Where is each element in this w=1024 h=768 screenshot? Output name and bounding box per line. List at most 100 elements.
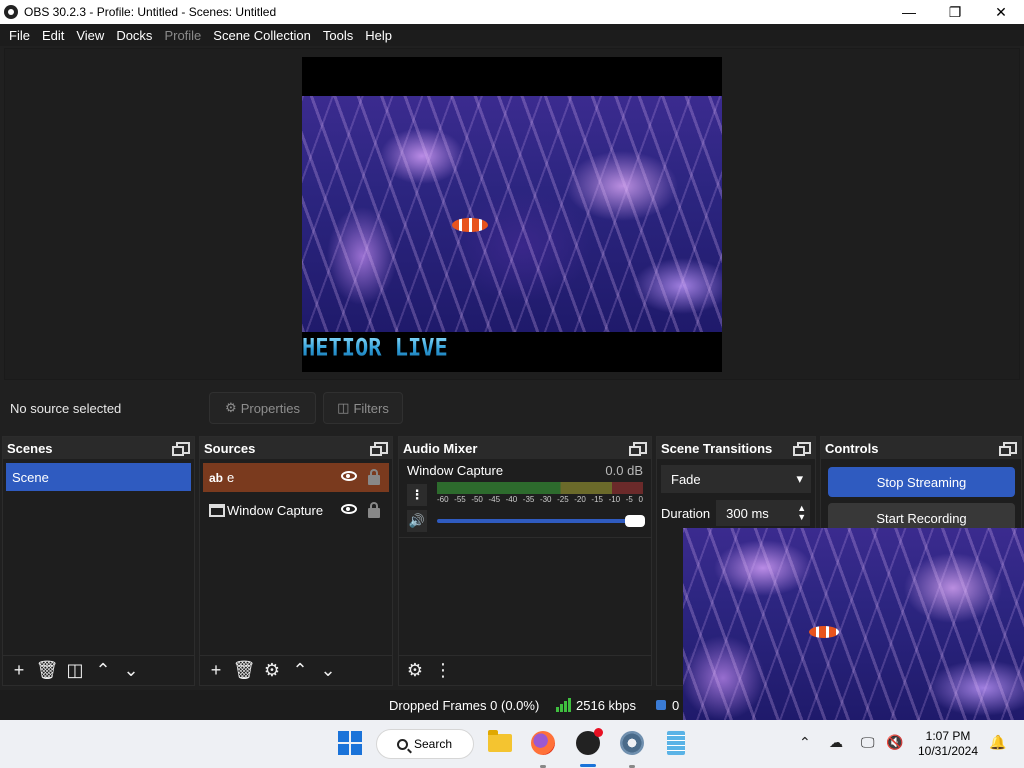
network-monitor-icon[interactable]: 🖵 (861, 734, 875, 751)
bitrate-indicator: 2516 kbps (556, 698, 636, 713)
properties-button[interactable]: ⚙ Properties (209, 392, 316, 424)
scenes-dock-title: Scenes (3, 437, 194, 459)
filters-button[interactable]: ◫ Filters (323, 392, 403, 424)
add-source-button[interactable]: + (202, 657, 230, 685)
transitions-dock-title: Scene Transitions (657, 437, 815, 459)
source-item-window-capture[interactable]: Window Capture (203, 496, 389, 525)
scenes-dock: Scenes Scene + 🗑 ◫ ⌃ ⌄ (2, 436, 195, 686)
recording-status: 0 (656, 698, 679, 713)
notepad-icon[interactable] (663, 730, 689, 756)
mixer-dock-title: Audio Mixer (399, 437, 651, 459)
maximize-button[interactable]: ❐ (932, 0, 978, 24)
taskbar: Search ⌃ ☁ 🖵 🔇 1:07 PM 10/31/2024 🔔 (0, 720, 1024, 768)
context-bar: No source selected (4, 386, 1020, 430)
onedrive-cloud-icon[interactable]: ☁ (829, 734, 843, 751)
menu-file[interactable]: File (3, 28, 36, 43)
mixer-title: Audio Mixer (403, 440, 478, 456)
system-clock[interactable]: 1:07 PM 10/31/2024 (916, 729, 980, 759)
close-button[interactable]: ✕ (978, 0, 1024, 24)
menu-profile[interactable]: Profile (158, 28, 207, 43)
volume-slider-handle[interactable] (625, 515, 645, 527)
menu-bar: File Edit View Docks Profile Scene Colle… (0, 24, 1024, 46)
scale-tick: -20 (574, 495, 586, 504)
lock-icon[interactable] (368, 469, 380, 485)
remove-source-button[interactable]: 🗑 (230, 657, 258, 685)
scale-tick: -5 (625, 495, 633, 504)
undock-icon[interactable] (629, 442, 647, 456)
undock-icon[interactable] (172, 442, 190, 456)
menu-view[interactable]: View (70, 28, 110, 43)
settings-gear-icon[interactable] (619, 730, 645, 756)
scale-tick: -55 (454, 495, 466, 504)
transition-select[interactable]: Fade ▾ (661, 465, 811, 493)
taskbar-search[interactable]: Search (376, 729, 474, 759)
move-source-up-button[interactable]: ⌃ (286, 657, 314, 685)
undock-icon[interactable] (793, 442, 811, 456)
properties-label: Properties (240, 400, 300, 416)
firefox-icon[interactable] (530, 730, 556, 756)
move-scene-down-button[interactable]: ⌄ (117, 657, 145, 685)
projector-window[interactable] (683, 528, 1024, 720)
remove-scene-button[interactable]: 🗑 (33, 657, 61, 685)
window-capture-icon (209, 504, 225, 517)
volume-meter: -60 -55 -50 -45 -40 -35 -30 -25 -20 -15 … (437, 482, 643, 508)
visibility-eye-icon[interactable] (341, 471, 357, 481)
recording-time: 0 (672, 697, 680, 713)
active-app-indicator (580, 764, 596, 767)
menu-docks[interactable]: Docks (110, 28, 158, 43)
source-item-text[interactable]: ab e (203, 463, 389, 492)
duration-value: 300 ms (726, 505, 769, 521)
controls-dock-title: Controls (821, 437, 1021, 459)
scene-filters-button[interactable]: ◫ (61, 657, 89, 685)
speaker-icon[interactable]: 🔊 (407, 510, 427, 532)
window-capture-video (302, 96, 722, 332)
source-properties-button[interactable]: ⚙ (258, 657, 286, 685)
stop-streaming-button[interactable]: Stop Streaming (828, 467, 1015, 497)
meter-scale: -60 -55 -50 -45 -40 -35 -30 -25 -20 -15 … (437, 495, 643, 504)
clock-time: 1:07 PM (925, 729, 971, 743)
volume-muted-icon[interactable]: 🔇 (886, 734, 903, 751)
menu-scene-collection[interactable]: Scene Collection (207, 28, 317, 43)
gear-icon: ⚙ (225, 400, 237, 415)
move-scene-up-button[interactable]: ⌃ (89, 657, 117, 685)
window-controls: — ❐ ✕ (886, 0, 1024, 24)
text-source-icon: ab (209, 470, 224, 485)
volume-slider[interactable] (437, 515, 645, 527)
move-source-down-button[interactable]: ⌄ (314, 657, 342, 685)
sources-toolbar: + 🗑 ⚙ ⌃ ⌄ (200, 655, 392, 685)
transition-value: Fade (671, 471, 701, 487)
menu-tools[interactable]: Tools (317, 28, 359, 43)
audio-mixer-dock: Audio Mixer Window Capture 0.0 dB ⋮ -60 … (398, 436, 652, 686)
scale-tick: -45 (488, 495, 501, 504)
show-hidden-icons-chevron-icon[interactable]: ⌃ (799, 734, 811, 751)
sources-title: Sources (204, 440, 256, 456)
text-source-overlay: HETIOR LIVE (302, 334, 448, 363)
advanced-audio-settings-button[interactable]: ⚙ (401, 657, 429, 685)
source-name: e (227, 470, 235, 485)
notification-bell-icon[interactable]: 🔔 (989, 734, 1006, 751)
undock-icon[interactable] (999, 442, 1017, 456)
chevron-down-icon: ▾ (796, 471, 803, 486)
add-scene-button[interactable]: + (5, 657, 33, 685)
scene-item[interactable]: Scene (6, 463, 191, 491)
menu-help[interactable]: Help (359, 28, 398, 43)
sources-dock: Sources ab e Window Capture + 🗑 ⚙ ⌃ ⌄ (199, 436, 393, 686)
visibility-eye-icon[interactable] (341, 504, 357, 514)
menu-edit[interactable]: Edit (36, 28, 70, 43)
recording-icon (656, 700, 666, 710)
duration-spinbox[interactable]: 300 ms ▲ ▼ (716, 500, 811, 526)
sources-dock-title: Sources (200, 437, 392, 459)
title-bar: OBS 30.2.3 - Profile: Untitled - Scenes:… (0, 0, 1024, 24)
minimize-button[interactable]: — (886, 0, 932, 24)
scale-tick: -40 (505, 495, 518, 504)
spin-arrows-icon[interactable]: ▲ ▼ (797, 504, 806, 522)
undock-icon[interactable] (370, 442, 388, 456)
track-menu-button[interactable]: ⋮ (407, 484, 427, 506)
lock-icon[interactable] (368, 502, 380, 518)
bitrate-value: 2516 kbps (576, 697, 636, 713)
file-explorer-icon[interactable] (487, 730, 513, 756)
mixer-divider (399, 537, 651, 538)
mixer-menu-button[interactable]: ⋮ (429, 657, 457, 685)
windows-start-icon[interactable] (337, 730, 363, 756)
obs-taskbar-icon[interactable] (575, 728, 603, 756)
